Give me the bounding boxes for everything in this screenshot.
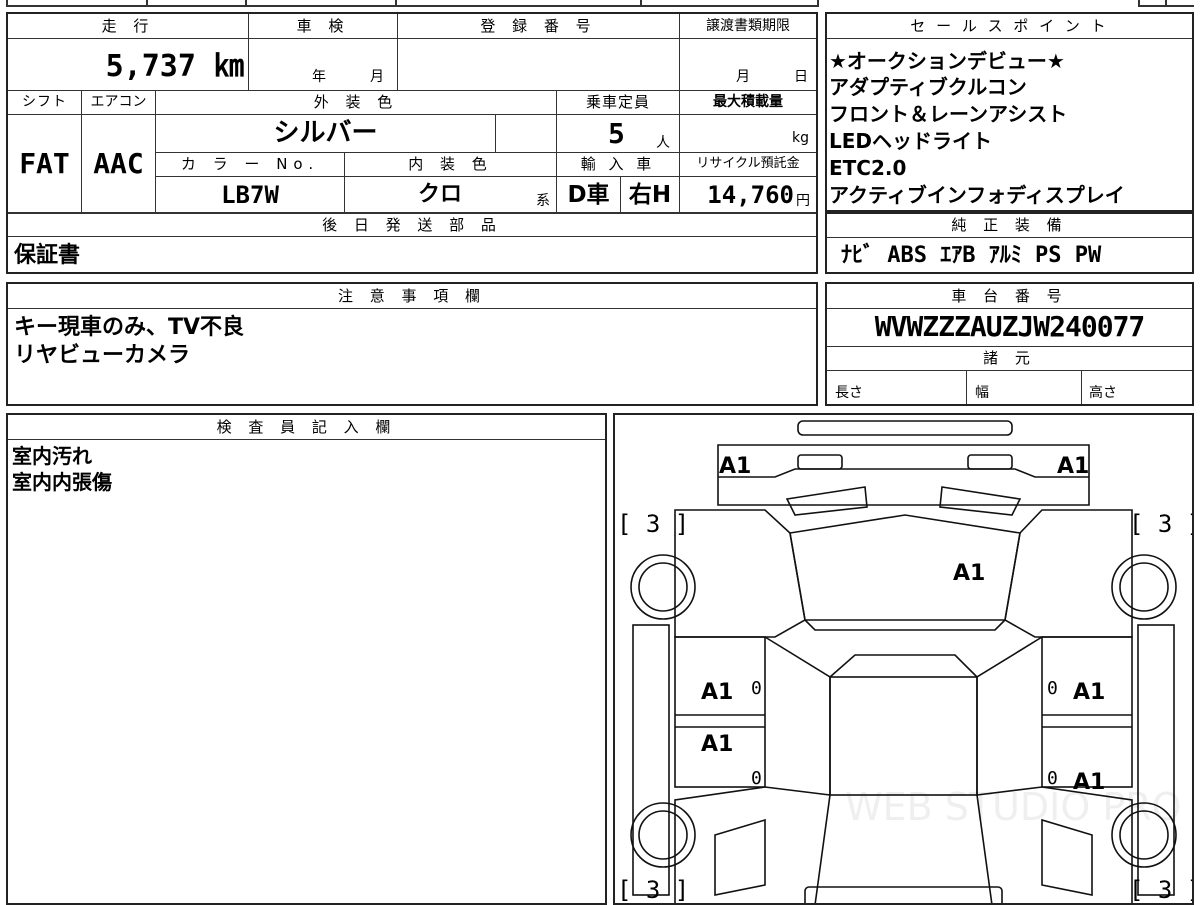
max-load-unit: kg bbox=[792, 130, 809, 146]
capacity-value: 5 bbox=[608, 117, 625, 150]
recycle-header: リサイクル預託金 bbox=[696, 156, 800, 171]
zero-front-right: 0 bbox=[1047, 678, 1058, 699]
sales-point-6: アクティブインフォディスプレイ bbox=[829, 183, 1125, 207]
transfer-deadline-header: 譲渡書類期限 bbox=[706, 18, 790, 34]
mileage-value: 5,737 ㎞ bbox=[105, 49, 244, 84]
sales-point-5: ETC2.0 bbox=[829, 156, 907, 180]
import-type-value: D車 bbox=[567, 182, 610, 208]
interior-color-suffix: 系 bbox=[536, 193, 550, 209]
genuine-equipment-value: ﾅﾋﾞ ABS ｴｱB ｱﾙﾐ PS PW bbox=[841, 243, 1102, 268]
tire-front-right: [ 3 ] bbox=[1129, 510, 1192, 538]
mark-rear-door-right: A1 bbox=[1073, 770, 1106, 795]
specs-header: 諸 元 bbox=[983, 349, 1036, 367]
aircon-header: エアコン bbox=[90, 94, 147, 110]
capacity-header: 乗車定員 bbox=[585, 93, 650, 111]
vehicle-info-grid: 走 行 車 検 登 録 番 号 譲渡書類期限 5,737 ㎞ 年 月 月 日 シ… bbox=[6, 12, 818, 274]
car-diagram-panel: WEB STUDIO PRO A1 A1 A1 A1 A1 A1 A1 0 0 … bbox=[613, 413, 1194, 905]
zero-rear-right: 0 bbox=[1047, 768, 1058, 789]
color-no-value: LB7W bbox=[221, 181, 279, 209]
inspector-note-2: 室内内張傷 bbox=[12, 470, 112, 494]
note-line-1: キー現車のみ、TV不良 bbox=[14, 315, 245, 340]
genuine-equipment-panel: 純 正 装 備 ﾅﾋﾞ ABS ｴｱB ｱﾙﾐ PS PW bbox=[825, 212, 1194, 274]
mileage-header: 走 行 bbox=[101, 17, 155, 35]
later-parts-header: 後 日 発 送 部 品 bbox=[322, 216, 502, 234]
aircon-value: AAC bbox=[93, 147, 144, 180]
zero-front-left: 0 bbox=[751, 678, 762, 699]
sales-point-1: ★オークションデビュー★ bbox=[829, 49, 1065, 73]
spec-height: 高さ bbox=[1089, 385, 1117, 401]
shift-header: シフト bbox=[22, 94, 67, 110]
interior-color-header: 内 装 色 bbox=[408, 155, 493, 173]
recycle-fee-unit: 円 bbox=[796, 193, 810, 209]
inspector-header: 検 査 員 記 入 欄 bbox=[216, 418, 397, 436]
zero-rear-left: 0 bbox=[751, 768, 762, 789]
notes-header: 注 意 事 項 欄 bbox=[337, 287, 487, 305]
inspector-panel: 検 査 員 記 入 欄 室内汚れ 室内内張傷 bbox=[6, 413, 607, 905]
steering-value: 右H bbox=[628, 182, 672, 208]
mark-rear-door-left: A1 bbox=[701, 732, 734, 757]
tire-rear-right: [ 3 ] bbox=[1129, 876, 1192, 904]
tire-front-left: [ 3 ] bbox=[617, 510, 690, 538]
deadline-day-unit: 日 bbox=[794, 69, 808, 85]
inspection-month-unit: 月 bbox=[370, 69, 384, 85]
exterior-color-value: シルバー bbox=[273, 118, 378, 148]
interior-color-value: クロ bbox=[417, 182, 462, 207]
note-line-2: リヤビューカメラ bbox=[14, 343, 191, 368]
capacity-unit: 人 bbox=[656, 135, 670, 151]
deadline-month-unit: 月 bbox=[736, 69, 750, 85]
recycle-fee-value: 14,760 bbox=[707, 181, 794, 209]
chassis-no-header: 車 台 番 号 bbox=[951, 287, 1068, 305]
mark-mirror-right: A1 bbox=[1057, 454, 1090, 479]
tire-rear-left: [ 3 ] bbox=[617, 876, 690, 904]
color-no-header: カ ラ ー No. bbox=[180, 155, 320, 173]
genuine-equipment-header: 純 正 装 備 bbox=[951, 216, 1068, 234]
shift-value: FAT bbox=[19, 147, 70, 180]
mark-mirror-left: A1 bbox=[719, 454, 752, 479]
sales-point-2: アダプティブクルコン bbox=[829, 75, 1027, 99]
mark-windshield: A1 bbox=[953, 561, 986, 586]
inspection-year-unit: 年 bbox=[312, 69, 326, 85]
sales-point-4: LEDヘッドライト bbox=[829, 129, 993, 153]
watermark: WEB STUDIO PRO bbox=[845, 785, 1182, 829]
car-outline bbox=[630, 420, 1177, 903]
chassis-specs-panel: 車 台 番 号 WVWZZZAUZJW240077 諸 元 長さ 幅 高さ bbox=[825, 282, 1194, 406]
registration-header: 登 録 番 号 bbox=[480, 17, 597, 35]
later-parts-value: 保証書 bbox=[14, 243, 81, 268]
sales-points-header: セ ー ル ス ポ イ ン ト bbox=[910, 17, 1109, 35]
notes-panel: 注 意 事 項 欄 キー現車のみ、TV不良 リヤビューカメラ bbox=[6, 282, 818, 406]
inspector-note-1: 室内汚れ bbox=[12, 444, 92, 468]
sales-points-panel: セ ー ル ス ポ イ ン ト ★オークションデビュー★ アダプティブクルコン … bbox=[825, 12, 1194, 212]
exterior-color-header: 外 装 色 bbox=[313, 93, 399, 111]
spec-length: 長さ bbox=[835, 385, 863, 401]
spec-width: 幅 bbox=[975, 385, 989, 401]
max-load-header: 最大積載量 bbox=[713, 94, 783, 110]
sales-point-3: フロント＆レーンアシスト bbox=[829, 102, 1068, 126]
top-strip bbox=[0, 0, 1200, 8]
mark-front-door-left: A1 bbox=[701, 680, 734, 705]
mark-front-door-right: A1 bbox=[1073, 680, 1106, 705]
import-header: 輸 入 車 bbox=[580, 155, 656, 173]
chassis-no-value: WVWZZZAUZJW240077 bbox=[874, 310, 1146, 343]
inspection-header: 車 検 bbox=[296, 17, 350, 35]
